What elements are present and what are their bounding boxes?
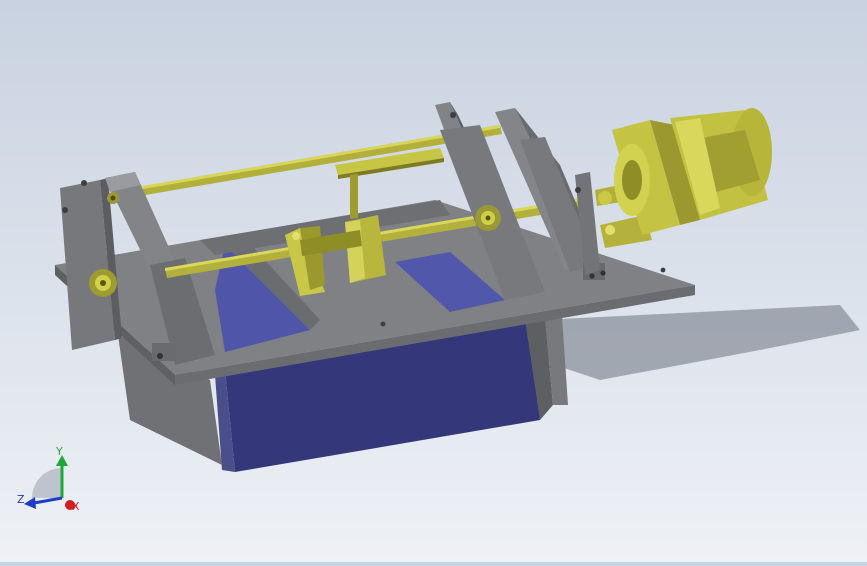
- assembly-render[interactable]: Y Z X: [0, 0, 867, 562]
- ground-shadow: [540, 305, 860, 380]
- cad-viewport[interactable]: Y Z X: [0, 0, 867, 562]
- z-axis-label: Z: [17, 493, 25, 506]
- view-orientation-triad[interactable]: Y Z X: [17, 445, 80, 513]
- stepper-motor[interactable]: [612, 108, 772, 235]
- y-axis-label: Y: [55, 445, 63, 458]
- z-axis-line: [33, 496, 63, 505]
- z-axis-arrow-icon: [24, 497, 36, 509]
- x-axis-label: X: [72, 500, 80, 513]
